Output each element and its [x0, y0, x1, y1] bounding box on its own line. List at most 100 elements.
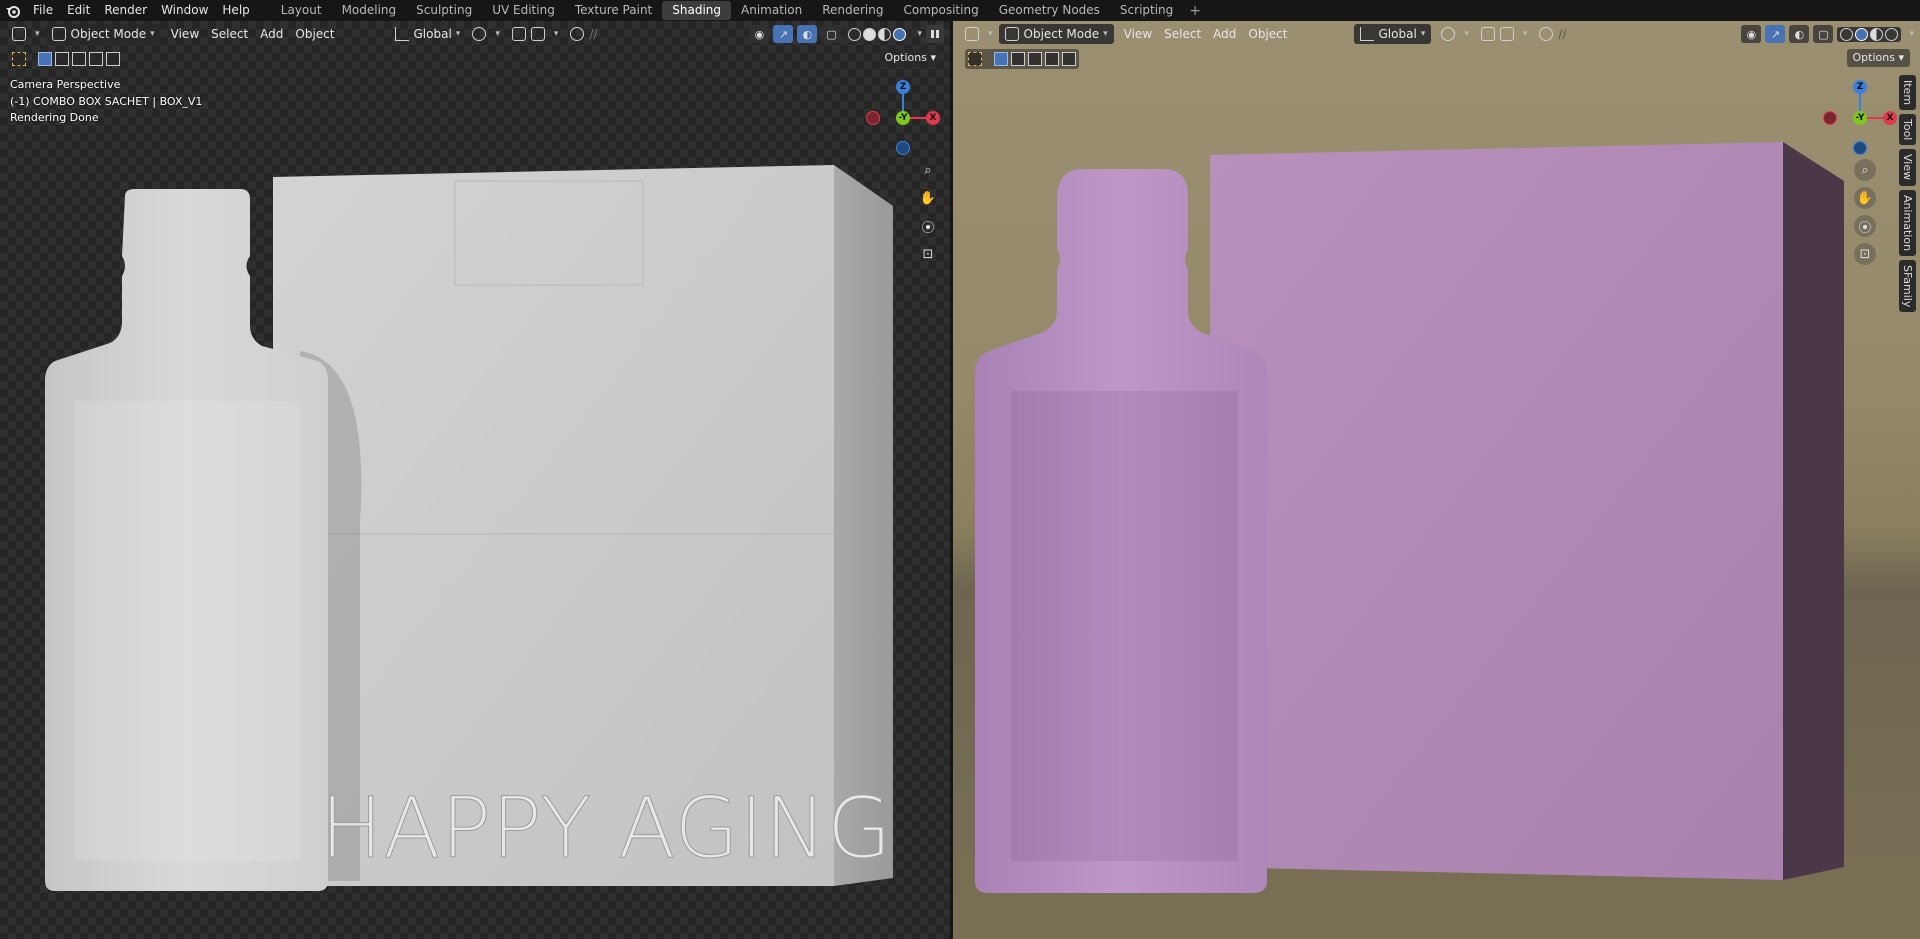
wireframe-shading-icon[interactable] [1840, 27, 1854, 41]
lock-icon[interactable]: ⊡ [917, 243, 939, 265]
camera-icon[interactable]: ⦿ [1854, 215, 1876, 237]
tab-sculpting[interactable]: Sculpting [406, 1, 482, 20]
xray-toggle-icon[interactable]: ▢ [1813, 25, 1834, 43]
axis-neg-z-icon[interactable] [896, 141, 910, 155]
select-intersect-icon[interactable] [1062, 52, 1076, 66]
rendered-shading-icon[interactable] [1885, 27, 1899, 41]
proportional-edit-toggle[interactable]: ∕∕ [564, 24, 603, 44]
options-dropdown[interactable]: Options ▾ [878, 49, 942, 67]
overlay-toggle-icon[interactable]: ◐ [1789, 25, 1810, 43]
gizmo-toggle-icon[interactable]: ↗ [773, 25, 794, 43]
select-extend-icon[interactable] [1011, 52, 1025, 66]
axis-neg-x-icon[interactable] [1823, 111, 1837, 125]
select-tool-icon[interactable] [968, 52, 982, 66]
solid-shading-icon[interactable] [863, 27, 877, 41]
tab-shading[interactable]: Shading [662, 1, 731, 20]
menu-object[interactable]: Object [1242, 24, 1293, 44]
zoom-icon[interactable]: ⌕ [917, 159, 939, 181]
select-invert-icon[interactable] [89, 52, 103, 66]
wireframe-shading-icon[interactable] [848, 27, 862, 41]
overlay-toggle-icon[interactable]: ◐ [797, 25, 818, 43]
mode-label: Object Mode [1023, 27, 1100, 41]
material-shading-icon[interactable] [1870, 27, 1884, 41]
shading-modes [1837, 26, 1902, 42]
tab-modeling[interactable]: Modeling [332, 1, 407, 20]
select-new-icon[interactable] [994, 52, 1008, 66]
tab-geometry-nodes[interactable]: Geometry Nodes [989, 1, 1110, 20]
pivot-select[interactable]: ▾ [466, 24, 506, 44]
snap-toggle[interactable]: ▾ [506, 24, 565, 44]
tab-texture-paint[interactable]: Texture Paint [565, 1, 662, 20]
tab-item[interactable]: Item [1899, 75, 1916, 111]
rendered-shading-icon[interactable] [893, 27, 907, 41]
pan-hand-icon[interactable]: ✋ [917, 187, 939, 209]
mode-select[interactable]: Object Mode ▾ [45, 24, 161, 44]
axis-x-icon[interactable]: X [1883, 111, 1897, 125]
select-subtract-icon[interactable] [1028, 52, 1042, 66]
camera-icon[interactable]: ⦿ [917, 215, 939, 237]
select-new-icon[interactable] [38, 52, 52, 66]
tab-view[interactable]: View [1899, 149, 1916, 186]
menu-view[interactable]: View [1118, 24, 1158, 44]
tab-animation-panel[interactable]: Animation [1899, 189, 1916, 256]
lock-icon[interactable]: ⊡ [1854, 243, 1876, 265]
axis-z-icon[interactable]: Z [896, 80, 910, 94]
gizmo-toggle-icon[interactable]: ↗ [1765, 25, 1786, 43]
options-dropdown[interactable]: Options ▾ [1846, 49, 1910, 67]
pivot-select[interactable]: ▾ [1435, 24, 1475, 44]
menu-add[interactable]: Add [1207, 24, 1242, 44]
select-tool-icon[interactable] [12, 52, 26, 66]
menu-file[interactable]: File [26, 0, 60, 21]
menu-select[interactable]: Select [205, 24, 254, 44]
menu-add[interactable]: Add [254, 24, 289, 44]
menu-window[interactable]: Window [154, 0, 215, 21]
menu-render[interactable]: Render [97, 0, 154, 21]
menu-view[interactable]: View [165, 24, 205, 44]
snap-toggle[interactable]: ▾ [1475, 24, 1534, 44]
proportional-edit-toggle[interactable]: ∕∕ [1533, 24, 1572, 44]
orientation-select[interactable]: Global ▾ [389, 24, 467, 44]
visibility-icon[interactable]: ◉ [1741, 25, 1762, 43]
tab-tool[interactable]: Tool [1899, 114, 1916, 146]
select-invert-icon[interactable] [1045, 52, 1059, 66]
xray-toggle-icon[interactable]: ▢ [821, 25, 842, 43]
select-extend-icon[interactable] [55, 52, 69, 66]
editor-type-button[interactable]: ▾ [959, 24, 999, 44]
pause-render-icon[interactable] [926, 25, 944, 43]
menu-object[interactable]: Object [289, 24, 340, 44]
select-subtract-icon[interactable] [72, 52, 86, 66]
menu-select[interactable]: Select [1158, 24, 1207, 44]
material-shading-icon[interactable] [878, 27, 892, 41]
editor-type-button[interactable]: ▾ [6, 24, 46, 44]
tab-compositing[interactable]: Compositing [893, 1, 988, 20]
shading-options-chevron-icon[interactable]: ▾ [1909, 29, 1914, 39]
menu-help[interactable]: Help [215, 0, 256, 21]
tab-animation[interactable]: Animation [731, 1, 812, 20]
tab-uv-editing[interactable]: UV Editing [482, 1, 565, 20]
tab-scripting[interactable]: Scripting [1110, 1, 1183, 20]
add-workspace-button[interactable]: + [1183, 3, 1207, 19]
tab-sfamily[interactable]: SFamily [1899, 259, 1916, 313]
right-viewport[interactable]: ▾ Object Mode ▾ View Select Add Object Gl… [953, 21, 1920, 939]
left-viewport[interactable]: HAPPY AGING ▾ Object Mode ▾ View Select A… [0, 21, 950, 939]
orientation-select[interactable]: Global ▾ [1353, 24, 1432, 44]
visibility-icon[interactable]: ◉ [749, 25, 770, 43]
axis-y-icon[interactable]: -Y [896, 111, 910, 125]
menu-edit[interactable]: Edit [60, 0, 97, 21]
axis-y-icon[interactable]: -Y [1853, 111, 1867, 125]
shading-options-chevron-icon[interactable]: ▾ [917, 29, 922, 39]
tab-layout[interactable]: Layout [271, 1, 332, 20]
navigation-gizmo[interactable]: Z X -Y [1820, 78, 1900, 158]
mode-select[interactable]: Object Mode ▾ [998, 24, 1114, 44]
axis-z-icon[interactable]: Z [1853, 80, 1867, 94]
tab-rendering[interactable]: Rendering [812, 1, 893, 20]
zoom-icon[interactable]: ⌕ [1854, 159, 1876, 181]
select-intersect-icon[interactable] [106, 52, 120, 66]
pan-hand-icon[interactable]: ✋ [1854, 187, 1876, 209]
navigation-gizmo[interactable]: Z X -Y [863, 78, 943, 158]
blender-logo-icon[interactable] [0, 0, 26, 21]
solid-shading-icon[interactable] [1855, 27, 1869, 41]
axis-x-icon[interactable]: X [926, 111, 940, 125]
axis-neg-x-icon[interactable] [866, 111, 880, 125]
axis-neg-z-icon[interactable] [1853, 141, 1867, 155]
